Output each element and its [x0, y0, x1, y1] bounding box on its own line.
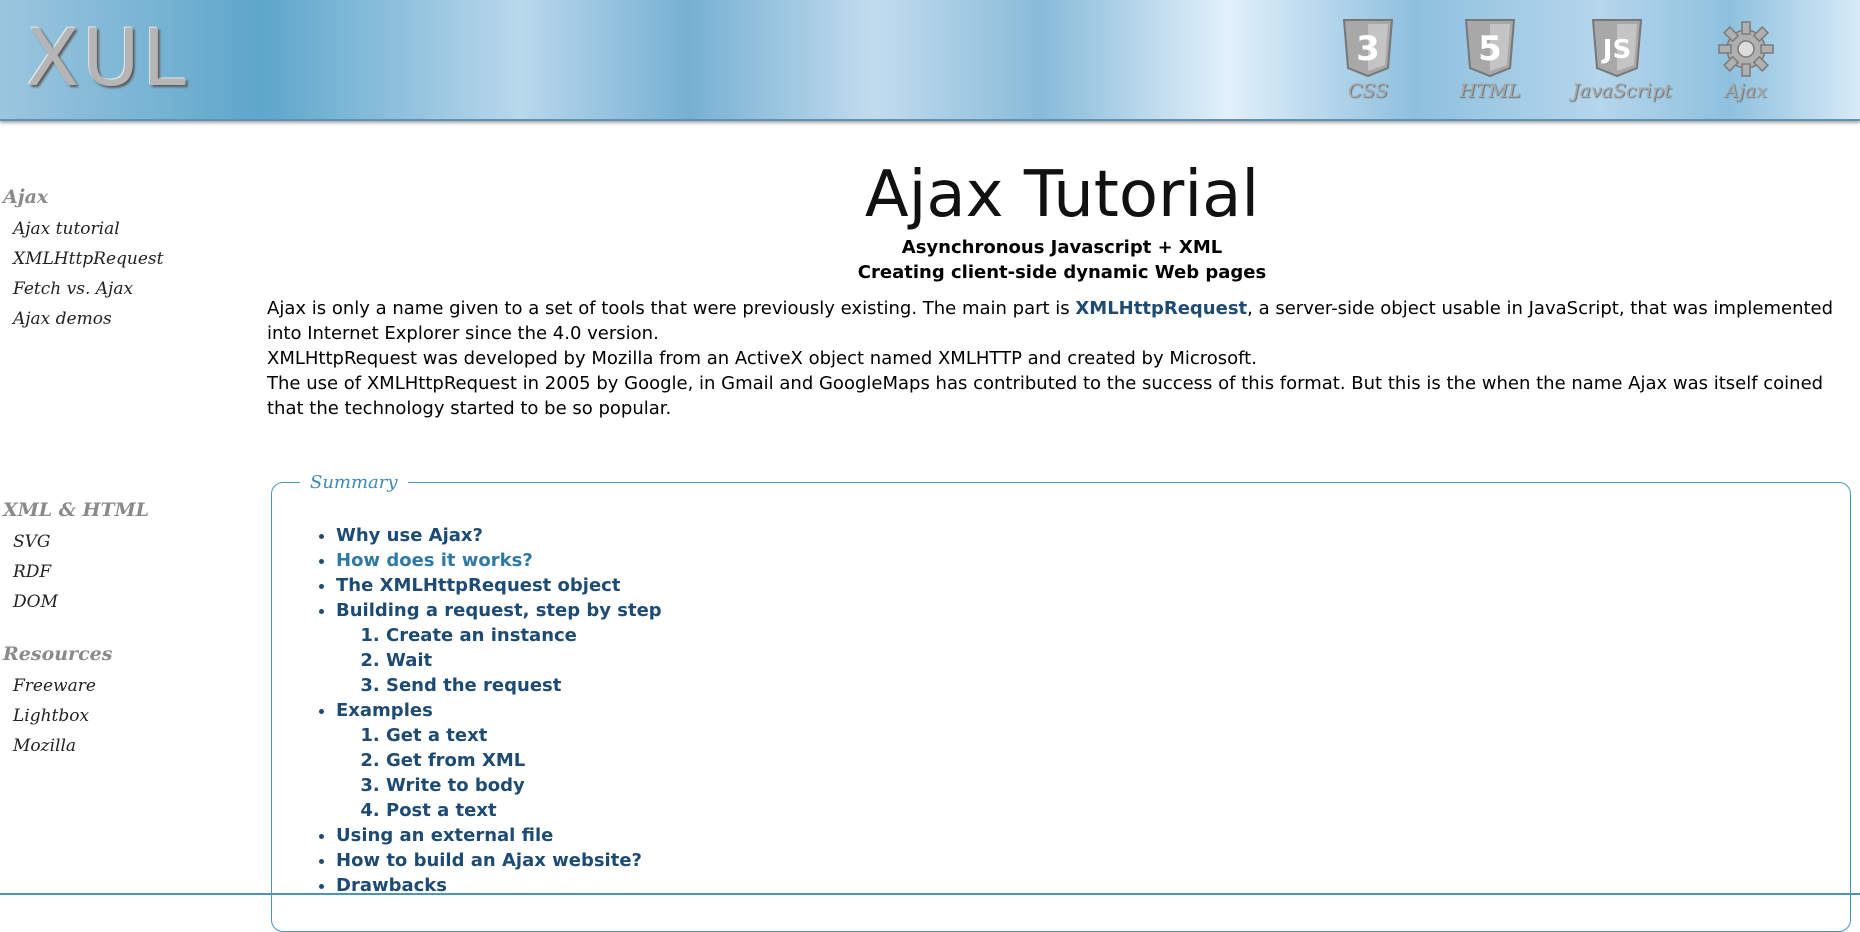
list-item: The XMLHttpRequest object [336, 573, 1830, 598]
sidebar-item-rdf[interactable]: RDF [13, 557, 149, 587]
toc-link-building-request[interactable]: Building a request, step by step [336, 600, 662, 621]
list-item: Send the request [386, 673, 1830, 698]
sub-list: Create an instance Wait Send the request [336, 623, 1830, 698]
list-item: How does it works? [336, 548, 1830, 573]
list-item: Get a text [386, 723, 1830, 748]
svg-text:JS: JS [1601, 35, 1631, 65]
toc-link-get-text[interactable]: Get a text [386, 725, 487, 746]
list-item: Why use Ajax? [336, 523, 1830, 548]
intro-paragraph-1: Ajax is only a name given to a set of to… [267, 296, 1847, 346]
intro-text: Ajax is only a name given to a set of to… [267, 296, 1847, 421]
list-item: Using an external file [336, 823, 1830, 848]
nav-css[interactable]: 3 CSS [1323, 18, 1413, 102]
list-item: Building a request, step by step Create … [336, 598, 1830, 698]
gear-icon [1718, 21, 1774, 77]
main-content: Ajax Tutorial Asynchronous Javascript + … [267, 155, 1857, 421]
sidebar-group-ajax: Ajax Ajax tutorial XMLHttpRequest Fetch … [0, 186, 163, 334]
page-title: Ajax Tutorial [864, 158, 1260, 232]
sidebar-item-dom[interactable]: DOM [13, 587, 149, 617]
list-item: Create an instance [386, 623, 1830, 648]
svg-text:3: 3 [1356, 29, 1380, 69]
toc-link-examples[interactable]: Examples [336, 700, 433, 721]
toc-link-wait[interactable]: Wait [386, 650, 432, 671]
intro-text-part: Ajax is only a name given to a set of to… [267, 298, 1076, 319]
intro-paragraph-2: XMLHttpRequest was developed by Mozilla … [267, 348, 1257, 369]
nav-html-label: HTML [1459, 80, 1521, 102]
page-subtitle-2: Creating client-side dynamic Web pages [857, 262, 1267, 283]
sidebar-item-ajax-tutorial[interactable]: Ajax tutorial [13, 214, 163, 244]
nav-ajax[interactable]: Ajax [1701, 18, 1791, 102]
list-item: Get from XML [386, 748, 1830, 773]
bottom-divider [0, 893, 1860, 895]
list-item: Post a text [386, 798, 1830, 823]
nav-ajax-label: Ajax [1725, 80, 1767, 102]
summary-box: Summary Why use Ajax? How does it works?… [271, 472, 1851, 932]
intro-paragraph-3: The use of XMLHttpRequest in 2005 by Goo… [267, 373, 1824, 419]
sidebar-group-title: Resources [3, 643, 113, 665]
xmlhttprequest-link[interactable]: XMLHttpRequest [1075, 298, 1247, 319]
sidebar-group-title: Ajax [3, 186, 49, 208]
nav-javascript[interactable]: JS JavaScript [1572, 18, 1672, 102]
sidebar-item-freeware[interactable]: Freeware [13, 671, 112, 701]
js-shield-icon: JS [1591, 19, 1643, 78]
sidebar-item-lightbox[interactable]: Lightbox [13, 701, 112, 731]
sidebar-item-xmlhttprequest[interactable]: XMLHttpRequest [13, 244, 163, 274]
sidebar-item-svg[interactable]: SVG [13, 527, 149, 557]
toc-link-external-file[interactable]: Using an external file [336, 825, 553, 846]
nav-javascript-label: JavaScript [1572, 80, 1672, 102]
sub-list: Get a text Get from XML Write to body Po… [336, 723, 1830, 823]
summary-list: Why use Ajax? How does it works? The XML… [292, 523, 1830, 898]
list-item: How to build an Ajax website? [336, 848, 1830, 873]
nav-css-label: CSS [1347, 80, 1389, 102]
page-subtitle: Asynchronous Javascript + XML [901, 237, 1223, 258]
toc-link-post-text[interactable]: Post a text [386, 800, 497, 821]
sidebar-item-mozilla[interactable]: Mozilla [13, 731, 112, 761]
svg-text:5: 5 [1478, 29, 1502, 69]
sidebar-group-title: XML & HTML [3, 499, 149, 521]
toc-link-how-does-it-works[interactable]: How does it works? [336, 550, 533, 571]
toc-link-build-ajax-website[interactable]: How to build an Ajax website? [336, 850, 642, 871]
toc-link-xmlhttprequest-object[interactable]: The XMLHttpRequest object [336, 575, 620, 596]
sidebar-group-xml-html: XML & HTML SVG RDF DOM [0, 499, 149, 617]
list-item: Examples Get a text Get from XML Write t… [336, 698, 1830, 823]
toc-link-why-use-ajax[interactable]: Why use Ajax? [336, 525, 483, 546]
toc-link-write-to-body[interactable]: Write to body [386, 775, 525, 796]
sidebar-group-resources: Resources Freeware Lightbox Mozilla [0, 643, 112, 761]
toc-link-create-instance[interactable]: Create an instance [386, 625, 577, 646]
sidebar-item-fetch-vs-ajax[interactable]: Fetch vs. Ajax [13, 274, 163, 304]
sidebar-item-ajax-demos[interactable]: Ajax demos [13, 304, 163, 334]
html5-shield-icon: 5 [1464, 19, 1516, 78]
nav-html[interactable]: 5 HTML [1445, 18, 1535, 102]
toc-link-send-request[interactable]: Send the request [386, 675, 561, 696]
toc-link-get-from-xml[interactable]: Get from XML [386, 750, 525, 771]
css3-shield-icon: 3 [1342, 19, 1394, 78]
list-item: Write to body [386, 773, 1830, 798]
site-logo[interactable]: XUL [26, 14, 189, 104]
list-item: Wait [386, 648, 1830, 673]
site-header: XUL 3 CSS 5 HTML JS JavaScript Ajax [0, 0, 1860, 121]
summary-legend: Summary [310, 472, 398, 493]
